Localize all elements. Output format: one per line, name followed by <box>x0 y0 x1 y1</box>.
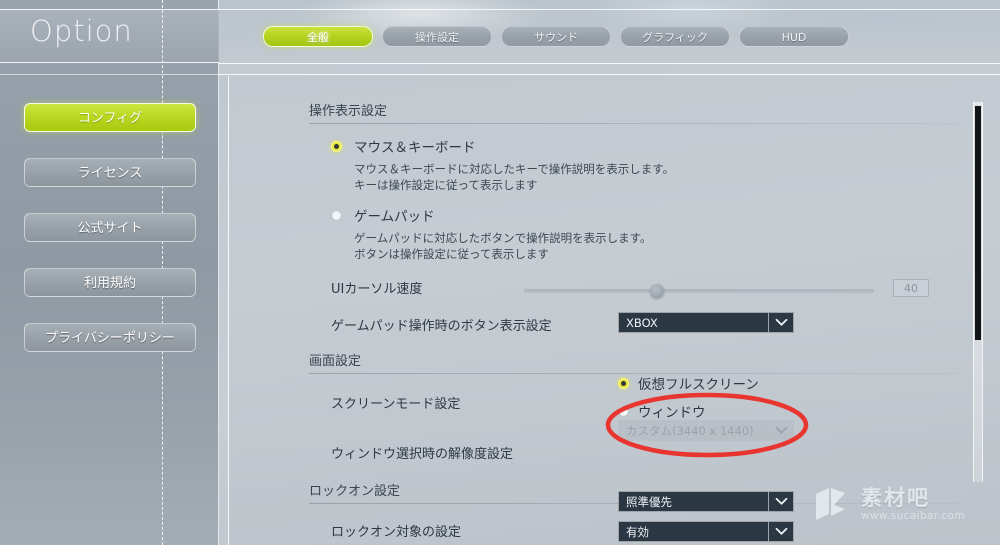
chevron-down-icon[interactable] <box>768 313 793 332</box>
radio-virtual-fullscreen[interactable]: 仮想フルスクリーン <box>618 373 759 393</box>
slider-thumb[interactable] <box>650 284 664 298</box>
options-screen: Option 全般 操作設定 サウンド グラフィック HUD コンフィグ ライセ… <box>0 0 1000 545</box>
auto-lockon-dropdown[interactable]: 有効 <box>618 521 794 542</box>
radio-mouse-keyboard-label: マウス＆キーボード <box>354 140 476 156</box>
sidebar-item-privacy-policy[interactable]: プライバシーポリシー <box>24 323 196 352</box>
sidebar-menu: コンフィグ ライセンス 公式サイト 利用規約 プライバシーポリシー <box>24 103 196 352</box>
cursor-speed-label: UIカーソル速度 <box>331 281 423 297</box>
sidebar-item-terms[interactable]: 利用規約 <box>24 268 196 297</box>
mouse-keyboard-description: マウス＆キーボードに対応したキーで操作説明を表示します。 キーは操作設定に従って… <box>309 161 959 193</box>
chevron-down-icon <box>768 421 793 440</box>
radio-off-icon <box>618 405 629 417</box>
radio-gamepad-label: ゲームパッド <box>354 209 435 225</box>
sidebar-item-official-site[interactable]: 公式サイト <box>24 213 196 242</box>
gamepad-buttons-dropdown[interactable]: XBOX <box>618 312 794 333</box>
radio-off-icon <box>331 209 342 221</box>
watermark-text: 素材吧 www.sucaibar.com <box>861 487 965 523</box>
resolution-value: カスタム(3440 x 1440) <box>626 424 754 438</box>
sidebar-item-license[interactable]: ライセンス <box>24 158 196 187</box>
resolution-dropdown: カスタム(3440 x 1440) <box>618 420 794 441</box>
gamepad-buttons-value: XBOX <box>626 316 658 330</box>
tab-sound[interactable]: サウンド <box>501 26 611 47</box>
mouse-keyboard-desc-line1: マウス＆キーボードに対応したキーで操作説明を表示します。 <box>354 162 675 176</box>
row-resolution: ウィンドウ選択時の解像度設定 <box>309 440 959 464</box>
radio-gamepad[interactable]: ゲームパッド <box>309 205 959 225</box>
tab-bar: 全般 操作設定 サウンド グラフィック HUD <box>263 26 849 47</box>
resolution-label: ウィンドウ選択時の解像度設定 <box>331 446 514 462</box>
sidebar-underline <box>0 74 219 75</box>
tab-controls[interactable]: 操作設定 <box>382 26 492 47</box>
lockon-target-value: 照準優先 <box>626 495 672 509</box>
gamepad-desc-line1: ゲームパッドに対応したボタンで操作説明を表示します。 <box>354 231 652 245</box>
slider-track[interactable] <box>524 289 874 293</box>
tab-hud[interactable]: HUD <box>739 26 849 47</box>
radio-on-icon <box>618 377 629 389</box>
header-rule-top <box>219 9 1000 10</box>
section-header-display: 画面設定 <box>309 350 959 374</box>
mouse-keyboard-desc-line2: キーは操作設定に従って表示します <box>354 178 538 192</box>
gamepad-description: ゲームパッドに対応したボタンで操作説明を表示します。 ボタンは操作設定に従って表… <box>309 230 959 262</box>
tab-graphics[interactable]: グラフィック <box>620 26 730 47</box>
screen-mode-label: スクリーンモード設定 <box>331 396 461 412</box>
cursor-speed-value: 40 <box>893 279 929 297</box>
header-rule-mid <box>219 63 1000 64</box>
watermark: 素材吧 www.sucaibar.com <box>812 484 965 526</box>
lockon-target-dropdown[interactable]: 照準優先 <box>618 491 794 512</box>
radio-windowed[interactable]: ウィンドウ <box>618 401 759 421</box>
radio-virtual-fullscreen-label: 仮想フルスクリーン <box>638 377 759 393</box>
chevron-down-icon[interactable] <box>768 522 793 541</box>
lockon-target-label: ロックオン対象の設定 <box>331 524 462 540</box>
watermark-name: 素材吧 <box>861 486 930 510</box>
header-rule-bottom <box>219 74 1000 75</box>
radio-windowed-label: ウィンドウ <box>638 405 706 421</box>
chevron-down-icon[interactable] <box>768 492 793 511</box>
section-header-input-display: 操作表示設定 <box>309 100 959 124</box>
watermark-url: www.sucaibar.com <box>861 510 966 522</box>
gamepad-buttons-label: ゲームパッド操作時のボタン表示設定 <box>331 318 552 334</box>
sidebar-item-config[interactable]: コンフィグ <box>24 103 196 132</box>
cursor-speed-slider[interactable] <box>524 283 874 299</box>
auto-lockon-value: 有効 <box>626 525 649 539</box>
radio-mouse-keyboard[interactable]: マウス＆キーボード <box>309 136 959 156</box>
scrollbar-thumb[interactable] <box>974 105 982 341</box>
page-title: Option <box>30 14 133 48</box>
gamepad-desc-line2: ボタンは操作設定に従って表示します <box>354 247 549 261</box>
radio-on-icon <box>331 140 342 152</box>
tab-general[interactable]: 全般 <box>263 26 373 47</box>
watermark-logo-icon <box>812 484 854 526</box>
